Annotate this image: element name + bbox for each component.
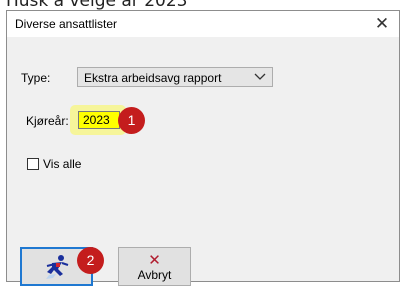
year-input[interactable]: 2023 xyxy=(78,111,120,129)
annotation-marker-1: 1 xyxy=(118,107,145,134)
annotation-marker-2: 2 xyxy=(77,247,104,274)
red-x-icon: ✕ xyxy=(148,251,161,269)
cancel-button[interactable]: ✕ Avbryt xyxy=(118,247,191,286)
show-all-checkbox[interactable] xyxy=(27,158,39,170)
chevron-down-icon xyxy=(254,73,266,80)
show-all-label: Vis alle xyxy=(43,157,82,171)
title-bar: Diverse ansattlister ✕ xyxy=(7,11,399,37)
close-icon[interactable]: ✕ xyxy=(365,11,399,37)
cancel-label: Avbryt xyxy=(137,268,172,282)
year-label: Kjøreår: xyxy=(26,114,69,128)
running-figure-icon xyxy=(46,255,69,279)
type-select[interactable]: Ekstra arbeidsavg rapport xyxy=(77,67,273,87)
dialog-window: Diverse ansattlister ✕ Type: Ekstra arbe… xyxy=(6,10,400,286)
type-label: Type: xyxy=(21,71,51,85)
window-title: Diverse ansattlister xyxy=(15,17,118,31)
year-input-value: 2023 xyxy=(83,113,110,127)
type-select-value: Ekstra arbeidsavg rapport xyxy=(84,71,222,85)
